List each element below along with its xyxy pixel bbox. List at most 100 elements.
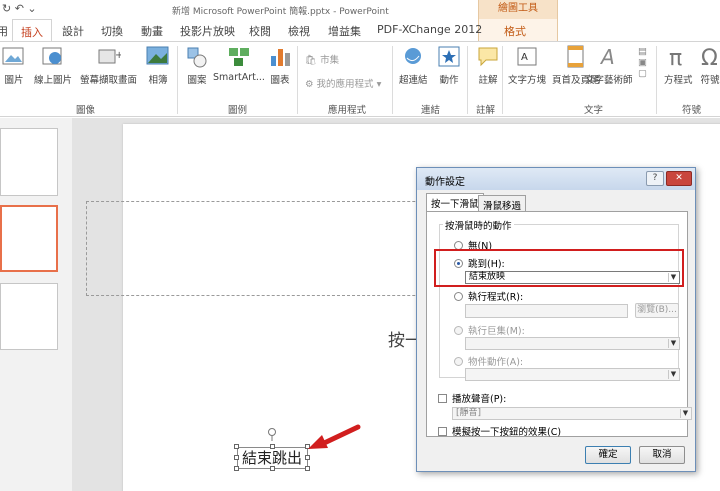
- my-apps-button[interactable]: ⚙ 我的應用程式 ▾: [305, 76, 381, 90]
- radio-object-action[interactable]: 物件動作(A):: [454, 354, 523, 368]
- picture-button[interactable]: 圖片: [2, 44, 26, 86]
- resize-handle[interactable]: [270, 444, 275, 449]
- group-label-apps: 應用程式: [328, 105, 367, 116]
- tab-mouse-click[interactable]: 按一下滑鼠: [426, 193, 484, 212]
- group-separator: [467, 46, 468, 114]
- smartart-icon: [228, 48, 249, 66]
- group-label-illustrations: 圖例: [228, 105, 248, 116]
- chevron-down-icon: ▼: [668, 339, 678, 348]
- group-label-links: 連結: [421, 105, 441, 116]
- textbox-button[interactable]: A 文字方塊: [508, 44, 546, 86]
- text-small-icons[interactable]: ▤ ▣ ▢: [638, 46, 647, 79]
- quick-access-icons[interactable]: ↻ ↶ ⌄: [2, 2, 37, 15]
- hyperlink-button[interactable]: 超連結: [399, 44, 428, 86]
- resize-handle[interactable]: [234, 466, 239, 471]
- omega-icon: Ω: [701, 46, 718, 70]
- dialog-title-bar: 動作設定 ? ✕: [417, 168, 695, 190]
- symbol-button[interactable]: Ω 符號: [698, 44, 720, 86]
- tab-pdf-xchange[interactable]: PDF-XChange 2012: [377, 23, 482, 36]
- action-button[interactable]: 動作: [437, 44, 461, 86]
- title-bar: ↻ ↶ ⌄ 新增 Microsoft PowerPoint 簡報.pptx - …: [0, 0, 720, 19]
- macro-select[interactable]: ▼: [465, 337, 680, 350]
- resize-handle[interactable]: [234, 444, 239, 449]
- action-settings-dialog: 動作設定 ? ✕ 按一下滑鼠 滑鼠移過 按滑鼠時的動作 無(N) 跳到(H): …: [416, 167, 696, 472]
- chevron-down-icon: ▼: [668, 370, 678, 379]
- svg-text:π: π: [669, 46, 682, 70]
- browse-button[interactable]: 瀏覽(B)...: [635, 303, 679, 318]
- online-picture-button[interactable]: 線上圖片: [34, 44, 72, 86]
- window-title: 新增 Microsoft PowerPoint 簡報.pptx - PowerP…: [172, 7, 389, 17]
- picture-icon: [2, 47, 24, 65]
- tab-transitions[interactable]: 切換: [101, 23, 123, 39]
- checkbox-icon: [438, 427, 447, 436]
- red-arrow-icon: [308, 424, 361, 449]
- rotate-handle-icon[interactable]: [266, 427, 278, 441]
- cancel-button[interactable]: 取消: [639, 446, 685, 464]
- chart-button[interactable]: 圖表: [268, 44, 292, 86]
- screenshot-button[interactable]: + 螢幕擷取畫面: [80, 44, 137, 86]
- tab-animations[interactable]: 動畫: [141, 23, 163, 39]
- tab-insert[interactable]: 插入: [12, 19, 52, 42]
- svg-text:A: A: [599, 45, 615, 69]
- tab-mouse-over[interactable]: 滑鼠移過: [478, 195, 527, 212]
- radio-icon: [454, 326, 463, 335]
- slide-thumbnail[interactable]: [0, 128, 58, 196]
- tab-format[interactable]: 格式: [504, 23, 526, 39]
- tab-home[interactable]: 常用: [0, 23, 8, 39]
- wordart-icon: A: [599, 45, 615, 69]
- equation-button[interactable]: π 方程式: [664, 44, 693, 86]
- slide-thumbnail-selected[interactable]: [0, 205, 58, 272]
- highlight-box: [434, 249, 684, 287]
- group-separator: [502, 46, 503, 114]
- tab-slideshow[interactable]: 投影片放映: [180, 23, 235, 39]
- context-tool-header: 繪圖工具: [478, 0, 558, 19]
- radio-run-program[interactable]: 執行程式(R):: [454, 289, 523, 303]
- sound-select[interactable]: [靜音] ▼: [452, 407, 692, 420]
- close-button[interactable]: ✕: [666, 171, 692, 186]
- smartart-button[interactable]: SmartArt...: [213, 44, 265, 83]
- resize-handle[interactable]: [270, 466, 275, 471]
- resize-handle[interactable]: [305, 466, 310, 471]
- album-button[interactable]: 相簿: [146, 44, 170, 86]
- resize-handle[interactable]: [305, 455, 310, 460]
- group-label-click-action: 按滑鼠時的動作: [443, 218, 514, 232]
- group-label-text: 文字: [584, 105, 604, 116]
- action-star-icon: [438, 46, 460, 67]
- checkbox-highlight-click[interactable]: 模擬按一下按鈕的效果(C): [438, 424, 561, 438]
- radio-icon: [454, 357, 463, 366]
- tab-addins[interactable]: 增益集: [328, 23, 361, 39]
- resize-handle[interactable]: [234, 455, 239, 460]
- screenshot-icon: +: [98, 49, 121, 64]
- shapes-icon: [187, 47, 207, 68]
- chart-icon: [271, 49, 290, 66]
- group-label-symbols: 符號: [682, 105, 702, 116]
- radio-run-macro[interactable]: 執行巨集(M):: [454, 323, 525, 337]
- tab-view[interactable]: 檢視: [288, 23, 310, 39]
- tab-review[interactable]: 校閱: [249, 23, 271, 39]
- svg-text:Ω: Ω: [701, 46, 718, 70]
- tab-design[interactable]: 設計: [62, 23, 84, 39]
- svg-text:A: A: [521, 52, 528, 63]
- shapes-button[interactable]: 圖案: [185, 44, 209, 86]
- help-button[interactable]: ?: [646, 171, 664, 186]
- hyperlink-icon: [405, 48, 422, 64]
- group-separator: [656, 46, 657, 114]
- ribbon-tabs: 常用 插入 設計 切換 動畫 投影片放映 校閱 檢視 增益集 PDF-XChan…: [0, 19, 720, 42]
- group-separator: [297, 46, 298, 114]
- wordart-button[interactable]: A 文字藝術師: [585, 44, 633, 86]
- ok-button[interactable]: 確定: [585, 446, 631, 464]
- album-icon: [146, 46, 169, 65]
- thumbnail-pane[interactable]: [0, 118, 72, 491]
- slide-thumbnail[interactable]: [0, 283, 58, 350]
- comment-button[interactable]: 註解: [476, 44, 500, 86]
- ribbon: 圖片 線上圖片 + 螢幕擷取畫面 相簿 圖像 圖案 SmartArt... 圖表…: [0, 41, 720, 117]
- comment-icon: [478, 47, 498, 67]
- online-picture-icon: [42, 47, 62, 65]
- checkbox-play-sound[interactable]: 播放聲音(P):: [438, 391, 506, 405]
- group-label-comments: 註解: [476, 105, 496, 116]
- object-action-select[interactable]: ▼: [465, 368, 680, 381]
- group-label-images: 圖像: [76, 105, 96, 116]
- store-button[interactable]: 🛍 市集: [305, 52, 339, 66]
- program-path-field[interactable]: [465, 304, 628, 318]
- pi-icon: π: [669, 46, 682, 70]
